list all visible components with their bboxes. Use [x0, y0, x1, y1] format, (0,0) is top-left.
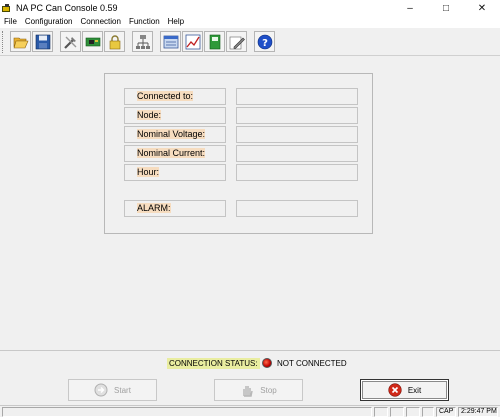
status-bar: CAP 2:29:47 PM [0, 405, 500, 417]
book-button[interactable] [204, 31, 225, 52]
status-pane-3 [406, 407, 420, 417]
save-icon [35, 34, 50, 49]
stop-button-label: Stop [260, 385, 277, 395]
tools-icon [63, 36, 76, 49]
alarm-label: ALARM: [124, 200, 226, 217]
open-folder-button[interactable] [10, 31, 31, 52]
hour-field [236, 164, 358, 181]
nominal-current-label: Nominal Current: [124, 145, 226, 162]
start-button[interactable]: Start [68, 379, 157, 401]
exit-button-label: Exit [407, 385, 422, 395]
lock-button[interactable] [104, 31, 125, 52]
menu-configuration[interactable]: Configuration [21, 16, 77, 28]
node-field [236, 107, 358, 124]
open-folder-icon [13, 37, 28, 48]
status-pane-2 [390, 407, 404, 417]
toolbar: ? [0, 28, 500, 56]
board-button[interactable] [82, 31, 103, 52]
menu-bar: File Configuration Connection Function H… [0, 16, 500, 28]
connected-to-label: Connected to: [124, 88, 226, 105]
exit-button[interactable]: Exit [360, 379, 449, 401]
alarm-field [236, 200, 358, 217]
status-pane-main [2, 407, 372, 417]
network-button[interactable] [132, 31, 153, 52]
start-arrow-icon [94, 383, 108, 397]
connection-status-label: CONNECTION STATUS: [167, 358, 260, 369]
nominal-voltage-label: Nominal Voltage: [124, 126, 226, 143]
close-button[interactable]: ✕ [464, 0, 500, 16]
nominal-voltage-field [236, 126, 358, 143]
save-button[interactable] [32, 31, 53, 52]
menu-file[interactable]: File [0, 16, 21, 28]
status-pane-1 [374, 407, 388, 417]
connected-to-field [236, 88, 358, 105]
menu-function[interactable]: Function [125, 16, 164, 28]
chart-icon [185, 34, 200, 49]
window-title: NA PC Can Console 0.59 [16, 3, 118, 13]
exit-icon [388, 383, 402, 397]
connection-status-value: NOT CONNECTED [277, 359, 347, 368]
status-pane-4 [422, 407, 434, 417]
circuit-board-icon [85, 37, 100, 46]
nominal-current-field [236, 145, 358, 162]
lock-icon [109, 34, 120, 49]
edit-button[interactable] [226, 31, 247, 52]
svg-text:?: ? [262, 38, 268, 49]
maximize-button[interactable]: □ [428, 0, 464, 16]
help-button[interactable]: ? [254, 31, 275, 52]
chart-button[interactable] [182, 31, 203, 52]
status-clock: 2:29:47 PM [458, 407, 498, 417]
panel-button[interactable] [160, 31, 181, 52]
stop-hand-icon [243, 386, 254, 397]
pencil-icon [229, 36, 245, 49]
separator [0, 350, 500, 351]
tools-button[interactable] [60, 31, 81, 52]
start-button-label: Start [114, 385, 131, 395]
status-led-icon [262, 358, 272, 368]
stop-button[interactable]: Stop [214, 379, 303, 401]
panel-icon [163, 35, 178, 48]
node-label: Node: [124, 107, 226, 124]
network-icon [135, 34, 150, 49]
help-icon: ? [257, 34, 272, 49]
caps-lock-indicator: CAP [436, 407, 456, 417]
hour-label: Hour: [124, 164, 226, 181]
app-icon [2, 3, 12, 13]
toolbar-grip[interactable] [2, 31, 5, 53]
title-bar: NA PC Can Console 0.59 – □ ✕ [0, 0, 500, 16]
book-icon [209, 34, 220, 49]
menu-connection[interactable]: Connection [76, 16, 124, 28]
minimize-button[interactable]: – [392, 0, 428, 16]
menu-help[interactable]: Help [164, 16, 188, 28]
